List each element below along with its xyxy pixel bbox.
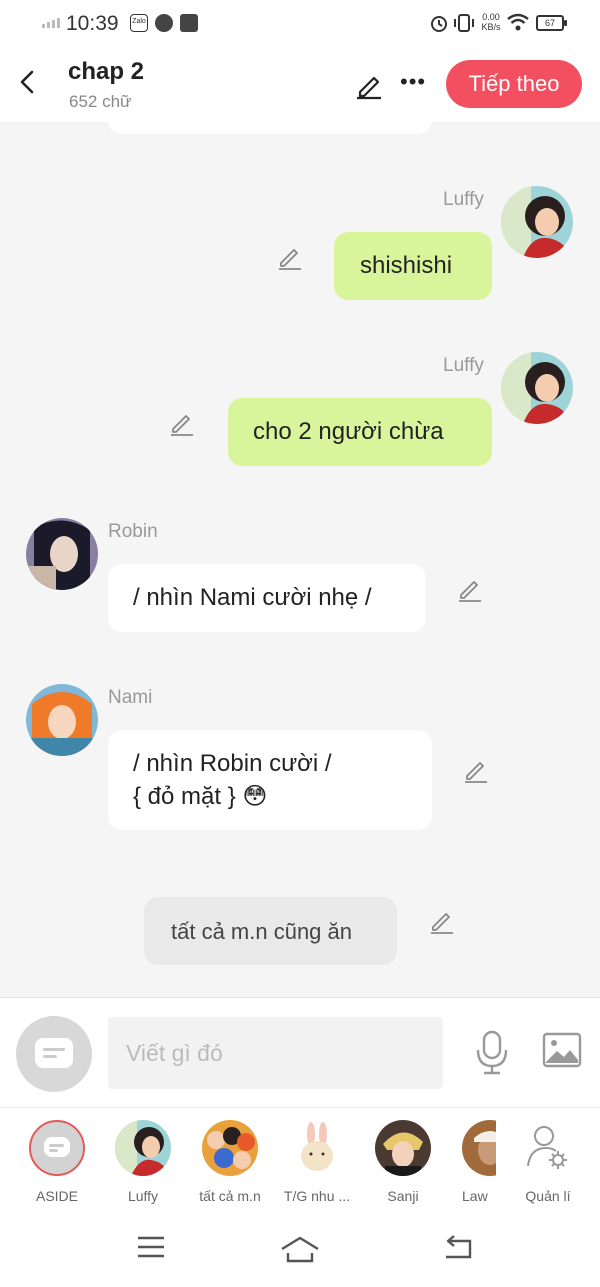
composer bbox=[0, 997, 600, 1107]
nami-avatar[interactable] bbox=[26, 684, 98, 756]
status-time: 10:39 bbox=[66, 12, 119, 35]
character-bar: ASIDE Luffy tất cả m.n T/G nhu ... Sanji… bbox=[0, 1107, 600, 1211]
edit-message-icon[interactable] bbox=[276, 243, 304, 271]
edit-message-icon[interactable] bbox=[462, 756, 490, 784]
chapter-title: chap 2 bbox=[68, 58, 145, 85]
message-bubble[interactable]: / nhìn Robin cười / { đỏ mặt } 😳 bbox=[108, 730, 432, 830]
luffy-avatar[interactable] bbox=[501, 352, 573, 424]
menu-icon[interactable] bbox=[137, 1235, 165, 1259]
network-speed: 0.00 KB/s bbox=[481, 12, 501, 32]
role-luffy[interactable]: Luffy bbox=[99, 1120, 187, 1204]
video-icon bbox=[180, 14, 198, 32]
wifi-icon bbox=[507, 13, 529, 31]
sender-name: Robin bbox=[108, 521, 158, 542]
alarm-icon bbox=[431, 16, 447, 32]
zalo-icon: Zalo bbox=[130, 14, 148, 32]
sender-name: Luffy bbox=[443, 189, 484, 210]
vibrate-icon bbox=[454, 14, 474, 32]
back-nav-icon[interactable] bbox=[442, 1235, 472, 1259]
manage-roles-icon bbox=[527, 1126, 567, 1169]
sender-name: Luffy bbox=[443, 355, 484, 376]
narration-bubble[interactable]: tất cả m.n cũng ăn bbox=[144, 897, 397, 965]
group-avatar bbox=[202, 1120, 258, 1176]
message-bubble[interactable]: shishishi bbox=[334, 232, 492, 300]
image-icon[interactable] bbox=[542, 1032, 582, 1068]
back-icon[interactable] bbox=[14, 68, 42, 96]
top-bar: chap 2 652 chữ ••• Tiếp theo bbox=[0, 46, 600, 122]
role-law[interactable]: Law bbox=[440, 1120, 496, 1204]
signal-icon bbox=[42, 18, 60, 28]
next-button[interactable]: Tiếp theo bbox=[446, 60, 582, 108]
luffy-avatar[interactable] bbox=[501, 186, 573, 258]
battery-icon: 67 bbox=[536, 15, 567, 31]
role-sanji[interactable]: Sanji bbox=[359, 1120, 447, 1204]
more-options-icon[interactable]: ••• bbox=[400, 71, 426, 93]
edit-message-icon[interactable] bbox=[456, 575, 484, 603]
aside-icon bbox=[44, 1137, 70, 1157]
role-aside[interactable]: ASIDE bbox=[13, 1120, 101, 1204]
edit-icon[interactable] bbox=[354, 70, 384, 100]
role-all[interactable]: tất cả m.n bbox=[186, 1120, 274, 1204]
role-manage[interactable]: Quản lí bbox=[504, 1120, 592, 1204]
message-bubble[interactable]: cho 2 người chừa bbox=[228, 398, 492, 466]
edit-message-icon[interactable] bbox=[168, 409, 196, 437]
compass-icon bbox=[155, 14, 173, 32]
word-count: 652 chữ bbox=[69, 92, 132, 111]
home-icon[interactable] bbox=[280, 1235, 320, 1263]
sender-name: Nami bbox=[108, 687, 153, 708]
law-avatar bbox=[462, 1120, 496, 1176]
status-bar: 10:39 Zalo 0.00 KB/s 67 bbox=[0, 0, 600, 46]
author-avatar bbox=[289, 1120, 345, 1176]
message-bubble[interactable]: / nhìn Nami cười nhẹ / bbox=[108, 564, 426, 632]
previous-bubble bbox=[108, 112, 432, 134]
aside-toggle-button[interactable] bbox=[16, 1016, 92, 1092]
luffy-avatar bbox=[115, 1120, 171, 1176]
microphone-icon[interactable] bbox=[474, 1030, 510, 1076]
message-input[interactable] bbox=[108, 1017, 443, 1089]
sanji-avatar bbox=[375, 1120, 431, 1176]
aside-icon bbox=[35, 1038, 73, 1068]
edit-message-icon[interactable] bbox=[428, 907, 456, 935]
role-author[interactable]: T/G nhu ... bbox=[273, 1120, 361, 1204]
system-nav-bar bbox=[0, 1211, 600, 1287]
robin-avatar[interactable] bbox=[26, 518, 98, 590]
aside-avatar bbox=[29, 1120, 85, 1176]
